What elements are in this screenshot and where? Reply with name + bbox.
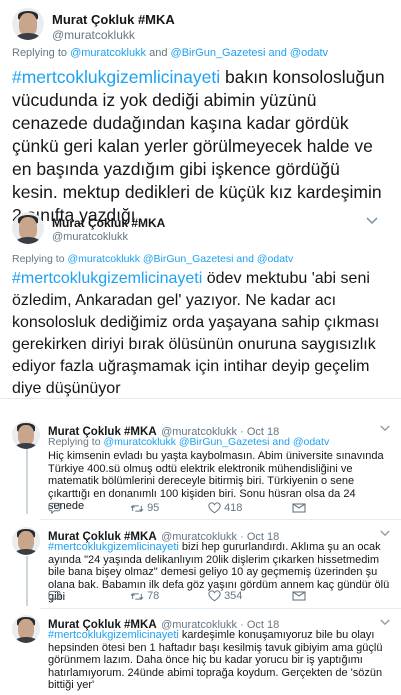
divider: [40, 608, 401, 609]
like-button[interactable]: 354: [208, 590, 242, 602]
reply-button[interactable]: [48, 502, 64, 515]
replying-to: Replying to @muratcoklukk and @BirGun_Ga…: [12, 47, 328, 59]
like-count: 418: [224, 502, 243, 514]
avatar-body: [14, 442, 38, 449]
replying-user-link[interactable]: @muratcoklukk: [70, 47, 146, 59]
author-name[interactable]: Murat Çokluk #MKA: [52, 216, 165, 230]
hashtag-link[interactable]: #mertcoklukgizemlicinayeti: [12, 270, 202, 287]
replying-links[interactable]: @muratcoklukk @BirGun_Gazetesi and @odat…: [103, 436, 329, 448]
heart-icon: [208, 502, 221, 514]
retweet-icon: [130, 504, 144, 512]
replying-user-link[interactable]: @muratcoklukk: [67, 253, 140, 265]
avatar-body: [14, 32, 42, 40]
avatar[interactable]: [12, 421, 40, 449]
author-name[interactable]: Murat Çokluk #MKA: [52, 12, 175, 27]
avatar-body: [14, 636, 38, 643]
dm-button[interactable]: [292, 502, 306, 514]
thread-line: [26, 448, 28, 514]
avatar[interactable]: [12, 212, 44, 244]
avatar[interactable]: [12, 8, 44, 40]
avatar[interactable]: [12, 527, 40, 555]
envelope-icon: [292, 503, 306, 513]
replying-prefix: Replying to: [12, 47, 71, 59]
reply-button[interactable]: [48, 590, 64, 603]
dm-button[interactable]: [292, 590, 306, 602]
hashtag-link[interactable]: #mertcoklukgizemlicinayeti: [48, 541, 179, 553]
like-button[interactable]: 418: [208, 502, 242, 514]
retweet-button[interactable]: 78: [130, 590, 159, 602]
avatar-body: [14, 236, 42, 244]
heart-icon: [208, 590, 221, 602]
author-handle[interactable]: @muratcoklukk: [52, 28, 135, 42]
chevron-down-icon[interactable]: [366, 213, 378, 227]
retweet-button[interactable]: 95: [130, 502, 159, 514]
replying-rest-link[interactable]: @BirGun_Gazetesi and @odatv: [171, 47, 328, 59]
divider: [0, 398, 401, 399]
replying-prefix: Replying to: [48, 436, 104, 448]
reply-icon: [48, 502, 61, 515]
reply-icon: [48, 590, 61, 603]
chevron-down-icon[interactable]: [380, 615, 390, 629]
hashtag-link[interactable]: #mertcoklukgizemlicinayeti: [12, 67, 220, 87]
retweet-icon: [130, 592, 144, 600]
tweet-text: #mertcoklukgizemlicinayeti bakın konsolo…: [12, 66, 390, 227]
replying-rest-link[interactable]: @BirGun_Gazetesi and @odatv: [143, 253, 293, 265]
avatar-body: [14, 548, 38, 555]
hashtag-link[interactable]: #mertcoklukgizemlicinayeti: [48, 629, 179, 641]
replying-prefix: Replying to: [12, 253, 68, 265]
replying-and: and: [146, 47, 171, 59]
replying-to: Replying to @muratcoklukk @BirGun_Gazete…: [48, 436, 329, 448]
tweet-text: #mertcoklukgizemlicinayeti ödev mektubu …: [12, 268, 392, 400]
divider: [40, 519, 401, 520]
author-handle[interactable]: @muratcoklukk: [52, 231, 128, 243]
thread-text: #mertcoklukgizemlicinayeti kardeşimle ko…: [48, 629, 393, 692]
retweet-count: 95: [147, 502, 160, 514]
chevron-down-icon[interactable]: [380, 421, 390, 435]
chevron-down-icon[interactable]: [380, 526, 390, 540]
avatar[interactable]: [12, 615, 40, 643]
thread-line: [26, 556, 28, 606]
like-count: 354: [224, 590, 243, 602]
tweet-body: ödev mektubu 'abi seni özledim, Ankarada…: [12, 270, 380, 397]
replying-to: Replying to @muratcoklukk @BirGun_Gazete…: [12, 253, 293, 265]
retweet-count: 78: [147, 590, 160, 602]
envelope-icon: [292, 591, 306, 601]
tweet-body: bakın konsolosluğun vücudunda iz yok ded…: [12, 67, 385, 225]
